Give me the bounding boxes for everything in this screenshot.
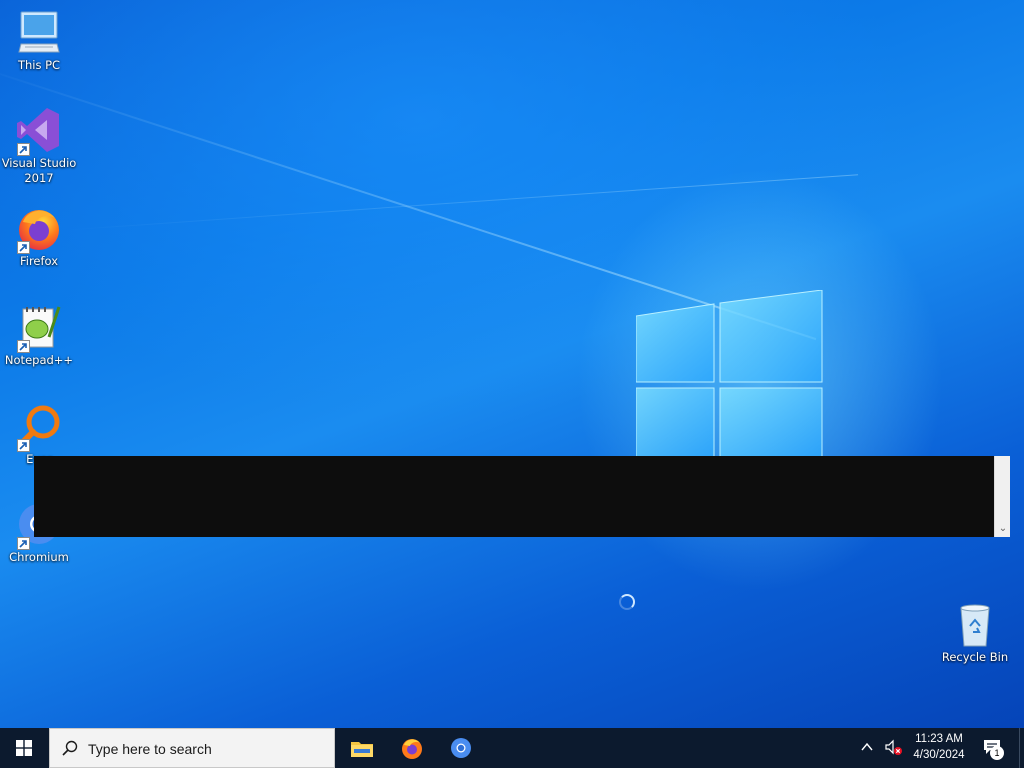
shortcut-arrow-icon [17,241,30,254]
this-pc-icon [15,8,63,56]
desktop-icon-label: Firefox [19,254,59,268]
desktop-icon-recycle-bin[interactable]: Recycle Bin [937,600,1013,665]
desktop-icon-label: Recycle Bin [941,650,1009,664]
taskbar: Type here to search 11:23 AM 4/30/2024 1 [0,728,1024,768]
desktop-icon-label: Chromium [9,550,69,564]
panel-scrollbar[interactable]: ⌄ [994,456,1010,537]
show-desktop-button[interactable] [1019,728,1024,768]
chromium-icon [451,738,471,758]
search-placeholder: Type here to search [88,741,212,757]
desktop-icon-label: This PC [17,58,61,72]
shortcut-arrow-icon [17,537,30,550]
notepad-plus-plus-icon [15,303,63,353]
desktop-icon-label: Notepad++ [4,353,74,367]
notification-count-badge: 1 [990,746,1004,760]
shortcut-arrow-icon [17,439,30,452]
taskbar-app-chromium[interactable] [437,728,485,768]
dark-overlay-panel[interactable]: ⌄ [34,456,1010,537]
desktop[interactable]: This PC Visual Studio 2017 Firefox Notep… [0,0,1024,728]
file-explorer-icon [351,742,373,757]
desktop-icon-label: Visual Studio 2017 [1,156,77,185]
taskbar-clock[interactable]: 11:23 AM 4/30/2024 [906,731,972,763]
start-button[interactable] [0,728,48,768]
visual-studio-icon [15,106,63,156]
clock-date: 4/30/2024 [913,749,965,761]
shortcut-arrow-icon [17,143,30,156]
taskbar-app-file-explorer[interactable] [338,728,386,768]
chevron-down-icon[interactable]: ⌄ [998,523,1008,535]
recycle-bin-icon [951,600,999,648]
shortcut-arrow-icon [17,340,30,353]
windows-start-icon [16,740,32,756]
firefox-icon [15,204,63,254]
taskbar-search-input[interactable]: Type here to search [49,728,335,768]
wallpaper-windows-logo [636,290,823,460]
action-center-button[interactable]: 1 [980,736,1006,762]
volume-muted-icon[interactable] [884,738,904,758]
firefox-icon [402,739,422,759]
search-icon [62,740,78,756]
desktop-icon-visual-studio[interactable]: Visual Studio 2017 [1,106,77,186]
desktop-icon-this-pc[interactable]: This PC [1,8,77,73]
show-hidden-icons-chevron-up-icon[interactable] [860,740,874,754]
desktop-icon-firefox[interactable]: Firefox [1,204,77,269]
clock-time: 11:23 AM [915,733,963,745]
everything-search-icon [15,402,63,452]
loading-spinner-icon [619,594,635,610]
taskbar-app-firefox[interactable] [388,728,436,768]
desktop-icon-notepad-plus-plus[interactable]: Notepad++ [1,303,77,368]
